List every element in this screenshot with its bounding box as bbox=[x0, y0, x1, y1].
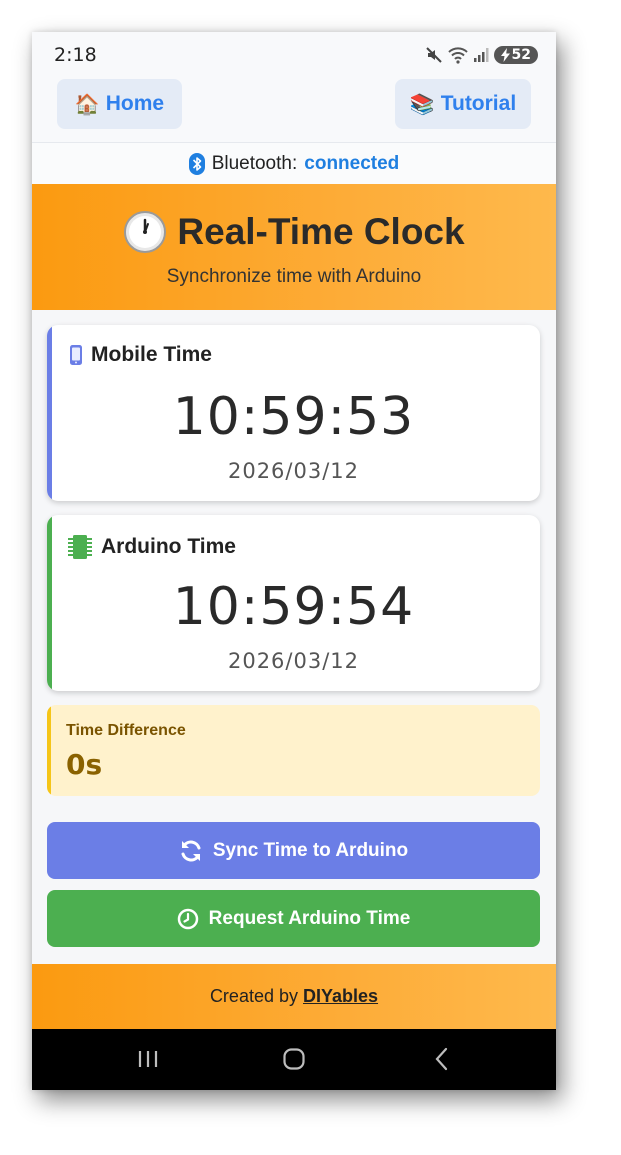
battery-indicator: 52 bbox=[493, 46, 538, 64]
wifi-icon bbox=[447, 47, 468, 64]
arduino-time-heading: Arduino Time bbox=[67, 533, 236, 561]
sync-icon bbox=[181, 840, 201, 861]
mobile-phone-icon bbox=[70, 345, 82, 365]
page-subtitle: Synchronize time with Arduino bbox=[166, 266, 422, 287]
arduino-time-card: Arduino Time 10:59:54 2026/03/12 bbox=[47, 515, 540, 691]
charging-icon bbox=[500, 48, 510, 62]
status-icons: 52 bbox=[425, 44, 538, 66]
bluetooth-label: Bluetooth: bbox=[211, 153, 298, 174]
bluetooth-status-bar: Bluetooth: connected bbox=[32, 142, 556, 185]
battery-level: 52 bbox=[511, 47, 531, 63]
sync-time-button[interactable]: Sync Time to Arduino bbox=[47, 822, 540, 879]
signal-icon bbox=[473, 48, 489, 62]
mobile-time-title: Mobile Time bbox=[91, 343, 212, 366]
time-difference-label: Time Difference bbox=[66, 722, 186, 739]
diyables-link[interactable]: DIYables bbox=[303, 986, 378, 1007]
back-button[interactable] bbox=[430, 1045, 454, 1073]
difference-accent-stripe bbox=[47, 705, 51, 796]
house-icon: 🏠 bbox=[74, 93, 100, 116]
page-footer: Created by DIYables bbox=[32, 964, 556, 1029]
clock-icon bbox=[124, 211, 167, 253]
arduino-time-title: Arduino Time bbox=[101, 535, 236, 558]
status-bar: 2:18 52 bbox=[32, 32, 556, 74]
request-arduino-time-button[interactable]: Request Arduino Time bbox=[47, 890, 540, 947]
sync-time-label: Sync Time to Arduino bbox=[212, 839, 409, 861]
clock-outline-icon bbox=[177, 908, 198, 929]
arduino-time-value: 10:59:54 bbox=[172, 577, 415, 637]
status-time: 2:18 bbox=[54, 44, 97, 66]
top-nav: 🏠 Home 📚 Tutorial bbox=[32, 74, 556, 142]
tutorial-button-label: Tutorial bbox=[440, 92, 517, 115]
request-arduino-time-label: Request Arduino Time bbox=[208, 907, 411, 929]
home-button-label: Home bbox=[105, 92, 165, 115]
page-header: Real-Time Clock Synchronize time with Ar… bbox=[32, 184, 556, 310]
mobile-time-card: Mobile Time 10:59:53 2026/03/12 bbox=[47, 325, 540, 501]
bluetooth-icon bbox=[188, 153, 205, 175]
system-navigation-bar bbox=[32, 1029, 556, 1090]
mobile-time-heading: Mobile Time bbox=[69, 343, 212, 367]
page-title-row: Real-Time Clock bbox=[32, 210, 556, 254]
mobile-date-value: 2026/03/12 bbox=[227, 459, 360, 483]
footer-credit: Created by bbox=[209, 986, 298, 1006]
phone-screen: 2:18 52 🏠 Home 📚 Tutorial Bluetooth: con… bbox=[32, 32, 556, 1090]
bluetooth-status: connected bbox=[304, 153, 400, 174]
mobile-time-value: 10:59:53 bbox=[172, 387, 415, 447]
books-icon: 📚 bbox=[409, 93, 435, 116]
page-title: Real-Time Clock bbox=[177, 211, 465, 252]
home-nav-button[interactable] bbox=[282, 1045, 306, 1073]
mute-icon bbox=[425, 47, 442, 63]
home-button[interactable]: 🏠 Home bbox=[57, 79, 182, 129]
time-difference-panel: Time Difference 0s bbox=[47, 705, 540, 796]
recent-apps-button[interactable] bbox=[136, 1045, 160, 1073]
microchip-icon bbox=[68, 535, 92, 559]
tutorial-button[interactable]: 📚 Tutorial bbox=[395, 79, 531, 129]
arduino-date-value: 2026/03/12 bbox=[227, 649, 360, 673]
time-difference-value: 0s bbox=[66, 748, 103, 781]
